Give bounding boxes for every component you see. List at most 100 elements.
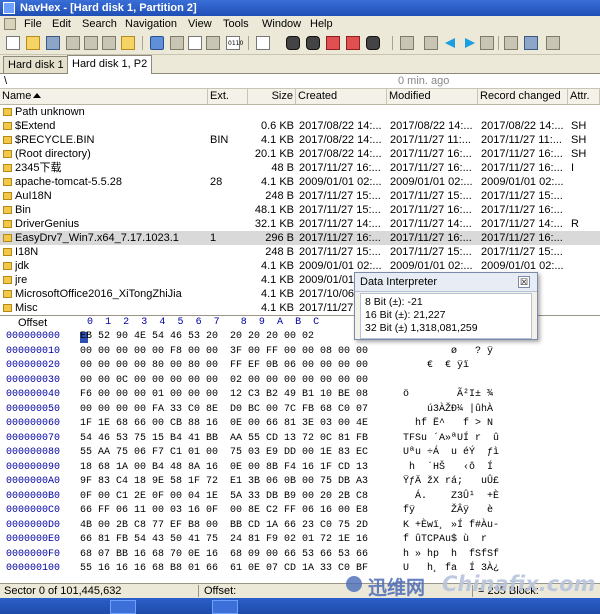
file-modified: 2009/01/01 02:...: [390, 176, 473, 188]
disk-icon[interactable]: [524, 36, 538, 50]
path-bar: \ 0 min. ago: [0, 74, 600, 89]
forward-arrow-icon[interactable]: [462, 36, 476, 50]
folder-icon: [3, 262, 12, 270]
column-size[interactable]: Size: [248, 89, 296, 104]
column-ext[interactable]: Ext.: [208, 89, 248, 104]
file-record-changed: 2017/11/27 11:...: [481, 134, 562, 146]
hex-row[interactable]: 0000000D0 4B 00 2B C8 77 EF B8 00 BB CD 1…: [0, 519, 600, 533]
column-modified[interactable]: Modified: [387, 89, 478, 104]
hex-ascii: K +Èwï¸ »Í f#Àu-: [403, 519, 500, 531]
menu-edit[interactable]: Edit: [52, 17, 71, 31]
file-row[interactable]: $RECYCLE.BIN BIN 4.1 KB 2017/08/22 14:... 20…: [0, 133, 600, 147]
file-row[interactable]: Path unknown: [0, 105, 600, 119]
cut-icon[interactable]: [170, 36, 184, 50]
folder-icon: [3, 206, 12, 214]
file-record-changed: 2017/11/27 16:...: [481, 232, 563, 244]
open-folder-icon[interactable]: [26, 36, 40, 50]
data-interpreter-window[interactable]: Data Interpreter ☒ 8 Bit (±): -21 16 Bit…: [354, 272, 538, 340]
hex-offset: 000000090: [6, 461, 61, 473]
data-interpreter-titlebar[interactable]: Data Interpreter ☒: [355, 273, 537, 292]
column-record-changed[interactable]: Record changed: [478, 89, 568, 104]
menu-help[interactable]: Help: [310, 17, 333, 31]
hex-row[interactable]: 000000020 00 00 00 00 80 00 80 00 FF EF 0…: [0, 359, 600, 373]
hex-row[interactable]: 0000000F0 68 07 BB 16 68 70 0E 16 68 09 0…: [0, 548, 600, 562]
hex-row[interactable]: 000000040 F6 00 00 00 01 00 00 00 12 C3 B…: [0, 388, 600, 402]
print-preview-icon[interactable]: [66, 36, 80, 50]
file-size: 4.1 KB: [260, 260, 294, 272]
paste-icon[interactable]: [206, 36, 220, 50]
hex-offset: 0000000B0: [6, 490, 61, 502]
taskbar-window-button[interactable]: [212, 600, 238, 614]
new-file-icon[interactable]: [6, 36, 20, 50]
file-row[interactable]: AuI18N 248 B 2017/11/27 15:... 2017/11/27 1…: [0, 189, 600, 203]
file-record-changed: 2009/01/01 02:...: [481, 176, 564, 188]
menu-search[interactable]: Search: [82, 17, 117, 31]
file-created: 2017/08/22 14:...: [299, 120, 382, 132]
replace-hex-icon[interactable]: [346, 36, 360, 50]
hex-editor[interactable]: Offset 0 1234567 89A BC 000000000 EB 52 90 4…: [0, 315, 600, 584]
file-row[interactable]: DriverGenius 32.1 KB 2017/11/27 14:... 2017…: [0, 217, 600, 231]
hex-bytes: 66 FF 06 11 00 03 16 0F 00 8E C2 FF 06 1…: [80, 505, 369, 516]
hex-row[interactable]: 0000000A0 9F 83 C4 18 9E 58 1F 72 E1 3B 0…: [0, 475, 600, 489]
current-path[interactable]: \: [4, 74, 7, 88]
column-name[interactable]: Name: [0, 89, 208, 104]
hex-row[interactable]: 000000010 00 00 00 00 00 F8 00 00 3F 00 F…: [0, 345, 600, 359]
close-icon[interactable]: ☒: [518, 276, 530, 288]
undo-icon[interactable]: [150, 36, 164, 50]
hex-row[interactable]: 000000090 18 68 1A 00 B4 48 8A 16 0E 00 8…: [0, 461, 600, 475]
column-created[interactable]: Created: [296, 89, 387, 104]
menu-window[interactable]: Window: [262, 17, 301, 31]
hex-row[interactable]: 000000060 1F 1E 68 66 00 CB 88 16 0E 00 6…: [0, 417, 600, 431]
file-row[interactable]: (Root directory) 20.1 KB 2017/08/22 14:...…: [0, 147, 600, 161]
hex-row[interactable]: 000000080 55 AA 75 06 F7 C1 01 00 75 03 E…: [0, 446, 600, 460]
find-hex-icon[interactable]: [306, 36, 320, 50]
column-attr[interactable]: Attr.: [568, 89, 600, 104]
menu-tools[interactable]: Tools: [223, 17, 249, 31]
menu-navigation[interactable]: Navigation: [125, 17, 177, 31]
copy-icon[interactable]: [188, 36, 202, 50]
hex-row[interactable]: 0000000B0 0F 00 C1 2E 0F 00 04 1E 5A 33 D…: [0, 490, 600, 504]
file-row[interactable]: apache-tomcat-5.5.28 28 4.1 KB 2009/01/01 0…: [0, 175, 600, 189]
back-arrow-icon[interactable]: [444, 36, 458, 50]
hex-row[interactable]: 000000050 00 00 00 00 FA 33 C0 8E D0 BC 0…: [0, 403, 600, 417]
file-row[interactable]: I18N 248 B 2017/11/27 15:... 2017/11/27 15:…: [0, 245, 600, 259]
hex-bytes: F6 00 00 00 01 00 00 00 12 C3 B2 49 B1 1…: [80, 389, 369, 400]
open-disk-icon[interactable]: [121, 36, 135, 50]
menu-view[interactable]: View: [188, 17, 212, 31]
history-icon[interactable]: [480, 36, 494, 50]
file-row[interactable]: $Extend 0.6 KB 2017/08/22 14:... 2017/08/22…: [0, 119, 600, 133]
properties-icon[interactable]: [102, 36, 116, 50]
find-text-icon[interactable]: [256, 36, 270, 50]
tab-hard-disk-1[interactable]: Hard disk 1: [3, 56, 69, 73]
document-icon[interactable]: [4, 18, 16, 30]
tab-hard-disk-1-p2[interactable]: Hard disk 1, P2: [67, 55, 153, 74]
hex-row[interactable]: 0000000E0 66 81 FB 54 43 50 41 75 24 81 F…: [0, 533, 600, 547]
disk-tools-icon[interactable]: [504, 36, 518, 50]
offset-status: Offset:: [204, 585, 237, 597]
file-row[interactable]: 2345下载 48 B 2017/11/27 16:... 2017/11/27 16…: [0, 161, 600, 175]
hex-row[interactable]: 000000070 54 46 53 75 15 B4 41 BB AA 55 C…: [0, 432, 600, 446]
replace-text-icon[interactable]: [326, 36, 340, 50]
file-size: 248 B: [265, 246, 294, 258]
binoculars-icon[interactable]: [286, 36, 300, 50]
print-icon[interactable]: [84, 36, 98, 50]
hex-row[interactable]: 0000000C0 66 FF 06 11 00 03 16 0F 00 8E C…: [0, 504, 600, 518]
taskbar-app-button[interactable]: [110, 600, 136, 614]
hex-offset: 000000000: [6, 331, 61, 342]
options-icon[interactable]: [546, 36, 560, 50]
save-icon[interactable]: [46, 36, 60, 50]
file-row[interactable]: jdk 4.1 KB 2009/01/01 02:... 2009/01/01 02:…: [0, 259, 600, 273]
binary-copy-label: 0110: [228, 40, 244, 47]
find-next-icon[interactable]: [366, 36, 380, 50]
menu-file[interactable]: File: [24, 17, 42, 31]
hex-offset: 000000030: [6, 374, 61, 386]
app-icon: [3, 2, 15, 14]
file-row[interactable]: Bin 48.1 KB 2017/11/27 15:... 2017/11/27 16…: [0, 203, 600, 217]
menu-bar: File Edit Search Navigation View Tools W…: [0, 16, 600, 32]
hex-row[interactable]: 000000030 00 00 0C 00 00 00 00 00 02 00 0…: [0, 374, 600, 388]
binary-copy-icon[interactable]: 0110: [226, 36, 244, 50]
goto-sector-icon[interactable]: [424, 36, 438, 50]
hex-column-label: 7: [213, 317, 220, 328]
goto-offset-icon[interactable]: [400, 36, 414, 50]
file-row[interactable]: EasyDrv7_Win7.x64_7.17.1023.1 1 296 B 2017/…: [0, 231, 600, 245]
